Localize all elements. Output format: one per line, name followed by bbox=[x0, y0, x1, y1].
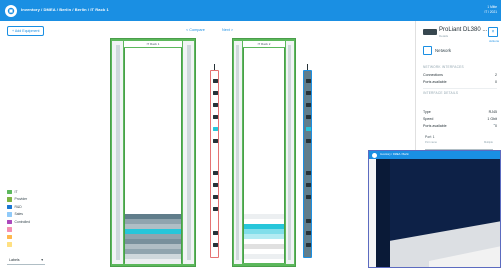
legend-item[interactable]: Sales bbox=[7, 211, 57, 219]
video-overlay[interactable]: Inventory / DMEA / Berlin bbox=[368, 150, 501, 268]
rack-unit[interactable] bbox=[244, 254, 284, 259]
app-logo[interactable] bbox=[5, 5, 17, 17]
server-icon bbox=[423, 29, 437, 35]
rack-title: IT Rack 2 bbox=[243, 41, 285, 47]
legend-label: Provider bbox=[14, 197, 28, 202]
rack-1[interactable]: IT Rack 1 bbox=[110, 38, 196, 267]
detail-value: 0 bbox=[495, 79, 497, 84]
legend-label: IT bbox=[14, 189, 18, 194]
video-sidebar bbox=[369, 159, 376, 267]
user-line-2: IT / 2021 bbox=[484, 10, 497, 14]
next-link[interactable]: Next > bbox=[222, 28, 233, 32]
port-field-hint: Multiple bbox=[484, 141, 493, 144]
rack-unit[interactable] bbox=[125, 214, 181, 219]
logo-icon bbox=[7, 7, 15, 15]
detail-label: Type bbox=[423, 109, 431, 114]
legend-swatch bbox=[7, 204, 12, 209]
detail-row: Ports available 0 bbox=[423, 78, 497, 85]
section-title: NETWORK INTERFACES bbox=[423, 65, 464, 69]
detail-label: Speed bbox=[423, 116, 434, 121]
rack-rail-left bbox=[112, 41, 123, 264]
rack-rail-left bbox=[234, 41, 242, 264]
section-title: INTERFACE DETAILS bbox=[423, 91, 459, 95]
color-legend: IT Provider R&D Sales Controlled bbox=[7, 188, 57, 248]
rack-rail-right bbox=[286, 41, 294, 264]
legend-swatch bbox=[7, 234, 12, 239]
detail-row: Connections 2 bbox=[423, 71, 497, 78]
port-field-label: Port name bbox=[425, 141, 437, 144]
chevron-down-icon: ▾ bbox=[41, 258, 43, 262]
rack-unit[interactable] bbox=[125, 224, 181, 229]
legend-item[interactable] bbox=[7, 241, 57, 249]
legend-item[interactable]: R&D bbox=[7, 203, 57, 211]
rack-unit[interactable] bbox=[125, 239, 181, 244]
pdu-strip-right[interactable] bbox=[303, 70, 312, 258]
legend-label: R&D bbox=[14, 204, 22, 209]
rack-unit[interactable] bbox=[244, 224, 284, 229]
network-icon[interactable] bbox=[423, 46, 432, 55]
rack-unit[interactable] bbox=[125, 229, 181, 234]
labels-select[interactable]: Labels ▾ bbox=[7, 256, 45, 265]
detail-value: 2 bbox=[495, 72, 497, 77]
legend-swatch bbox=[7, 197, 12, 202]
rack-interior bbox=[124, 48, 182, 264]
rack-unit[interactable] bbox=[125, 234, 181, 239]
top-bar: Inventory / DMEA / Berlin / Berlin / IT … bbox=[0, 0, 501, 21]
pdu-strip-left[interactable] bbox=[210, 70, 219, 258]
legend-label: Sales bbox=[14, 212, 23, 217]
port-heading: Port 1 bbox=[425, 135, 435, 139]
rack-unit[interactable] bbox=[244, 229, 284, 234]
logo-icon bbox=[372, 152, 377, 158]
rack-rail-right bbox=[183, 41, 194, 264]
compare-link[interactable]: < Compare bbox=[186, 28, 205, 32]
rack-interior bbox=[243, 48, 285, 263]
legend-item[interactable]: IT bbox=[7, 188, 57, 196]
detail-label: Ports available bbox=[423, 79, 447, 84]
breadcrumb[interactable]: Inventory / DMEA / Berlin / Berlin / IT … bbox=[21, 7, 109, 12]
detail-row: Speed 1 Gbit bbox=[423, 115, 497, 122]
rack-unit[interactable] bbox=[125, 244, 181, 249]
rack-2[interactable]: IT Rack 2 bbox=[232, 38, 296, 267]
detail-value: 0 bbox=[495, 123, 497, 128]
actions-tab[interactable]: Actions bbox=[489, 39, 499, 43]
close-icon[interactable]: × bbox=[488, 27, 498, 37]
detail-value: RJ45 bbox=[488, 109, 497, 114]
port-name-field[interactable]: Port name Multiple bbox=[425, 141, 493, 150]
legend-label: Controlled bbox=[14, 219, 30, 224]
legend-swatch bbox=[7, 189, 12, 194]
legend-item[interactable]: Controlled bbox=[7, 218, 57, 226]
detail-row: Ports available 0 bbox=[423, 122, 497, 129]
divider bbox=[423, 88, 497, 89]
rack-unit[interactable] bbox=[125, 254, 181, 259]
rack-unit[interactable] bbox=[244, 244, 284, 249]
labels-select-value: Labels bbox=[9, 258, 20, 262]
detail-label: Ports available bbox=[423, 123, 447, 128]
detail-value: 1 Gbit bbox=[487, 116, 497, 121]
rack-unit[interactable] bbox=[244, 234, 284, 239]
rack-unit[interactable] bbox=[125, 259, 181, 264]
detail-label: Connections bbox=[423, 72, 443, 77]
add-equipment-button[interactable]: + Add Equipment bbox=[7, 26, 45, 36]
device-name: ProLiant DL380 ... bbox=[439, 27, 488, 33]
rack-unit[interactable] bbox=[125, 249, 181, 254]
detail-row: Type RJ45 bbox=[423, 108, 497, 115]
legend-swatch bbox=[7, 219, 12, 224]
user-menu[interactable]: 1 Mitte IT / 2021 bbox=[484, 5, 497, 15]
rack-unit[interactable] bbox=[244, 214, 284, 219]
legend-item[interactable] bbox=[7, 233, 57, 241]
legend-swatch bbox=[7, 227, 12, 232]
device-subtitle: Details bbox=[439, 34, 449, 38]
legend-swatch bbox=[7, 242, 12, 247]
video-breadcrumb: Inventory / DMEA / Berlin bbox=[380, 153, 409, 156]
rack-unit[interactable] bbox=[125, 219, 181, 224]
video-app-bar: Inventory / DMEA / Berlin bbox=[369, 151, 500, 159]
legend-item[interactable]: Provider bbox=[7, 196, 57, 204]
legend-item[interactable] bbox=[7, 226, 57, 234]
legend-swatch bbox=[7, 212, 12, 217]
video-feed bbox=[369, 151, 500, 267]
rack-title: IT Rack 1 bbox=[124, 41, 182, 47]
network-label[interactable]: Network bbox=[435, 48, 451, 53]
